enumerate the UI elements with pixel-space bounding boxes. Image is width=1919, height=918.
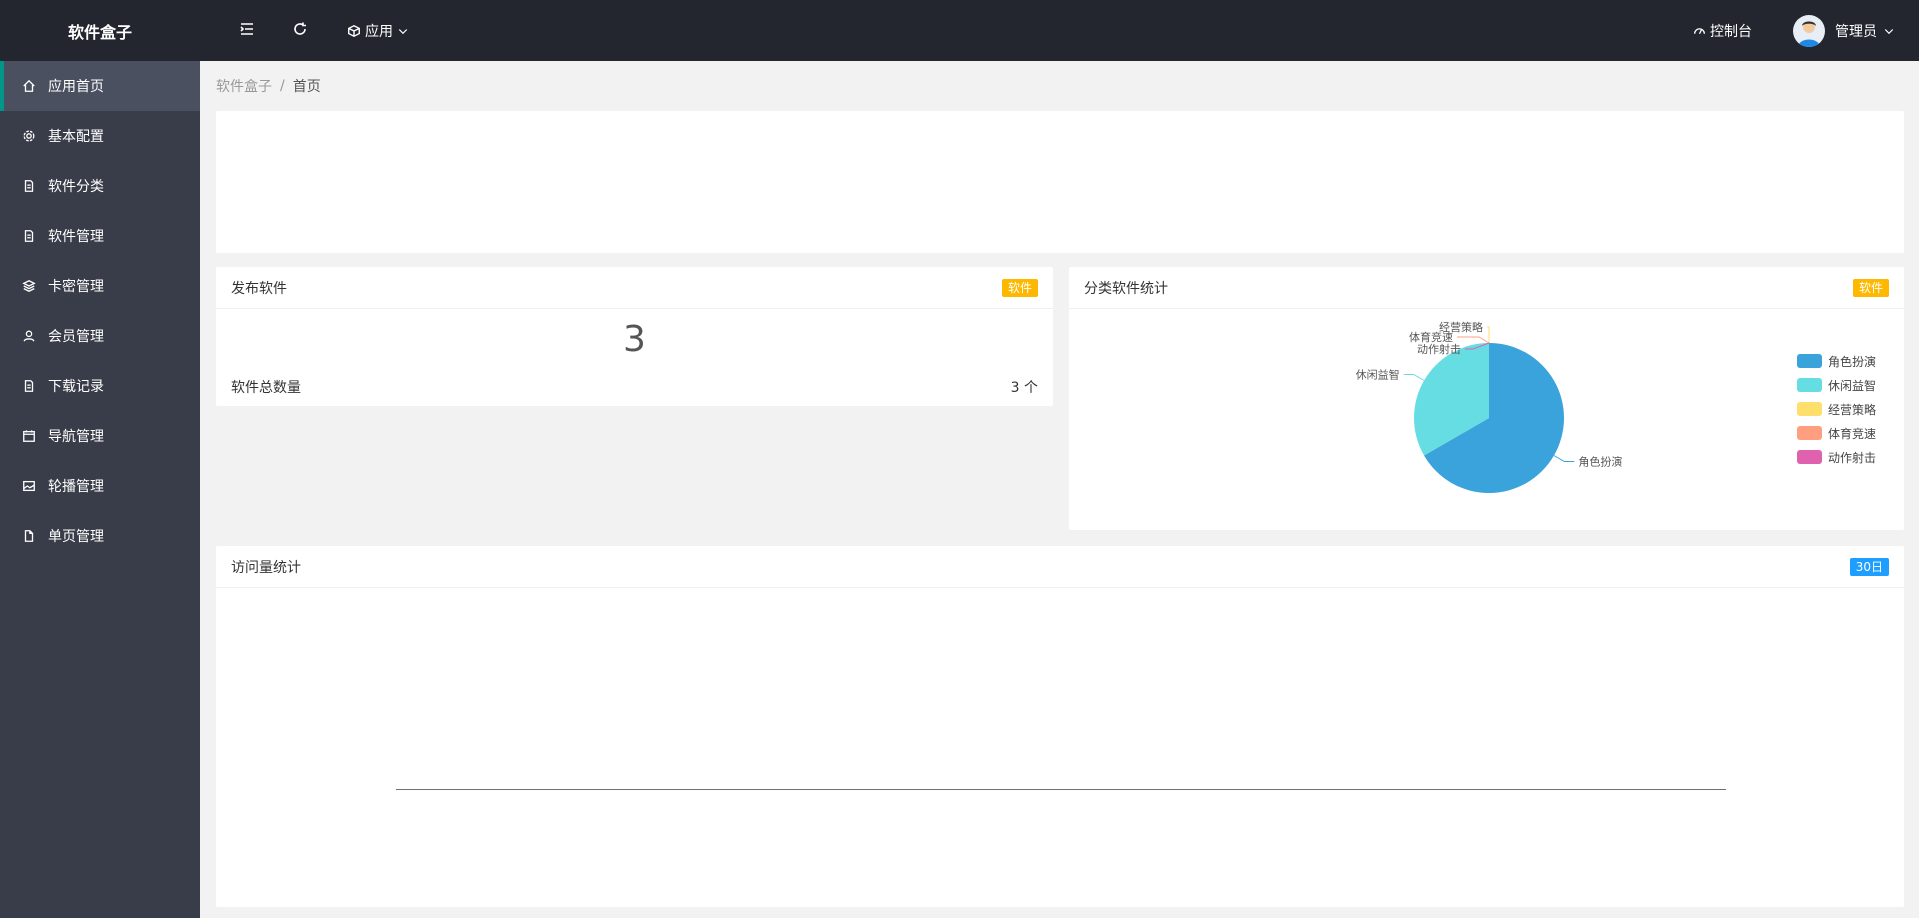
legend-label: 经营策略 (1827, 402, 1876, 417)
breadcrumb-separator: / (280, 78, 285, 94)
breadcrumb-root[interactable]: 软件盒子 (216, 76, 272, 96)
sidebar-item-download-records[interactable]: 下载记录 (0, 361, 200, 411)
legend-label: 休闲益智 (1827, 378, 1876, 393)
visits-stats-card: 访问量统计 30日 (216, 546, 1904, 907)
image-icon (20, 477, 38, 495)
user-name: 管理员 (1835, 23, 1877, 40)
card-header: 发布软件 软件 (216, 267, 1053, 309)
sidebar-item-label: 下载记录 (48, 379, 104, 395)
period-badge: 30日 (1849, 557, 1889, 576)
dashboard-icon (1693, 24, 1706, 37)
legend-item[interactable]: 休闲益智 (1796, 373, 1876, 397)
chevron-down-icon (397, 25, 409, 37)
legend-item[interactable]: 角色扮演 (1796, 349, 1876, 373)
pie-slice-label: 休闲益智 (1356, 368, 1400, 382)
stat-value: 3 个 (1010, 380, 1038, 396)
legend-swatch (1796, 378, 1822, 392)
legend-item[interactable]: 经营策略 (1796, 397, 1876, 421)
pie-label-leader (1457, 336, 1490, 344)
menu-toggle-button[interactable] (239, 0, 255, 61)
app-menu-dropdown[interactable]: 应用 (347, 0, 409, 61)
pie-chart: 角色扮演休闲益智经营策略体育竞速动作射击 (1356, 320, 1622, 493)
console-label: 控制台 (1710, 23, 1752, 40)
card-header: 分类软件统计 软件 (1069, 267, 1904, 309)
legend-label: 角色扮演 (1827, 354, 1876, 369)
legend-label: 体育竞速 (1827, 426, 1876, 441)
legend-item[interactable]: 体育竞速 (1796, 421, 1876, 445)
breadcrumb: 软件盒子 / 首页 (216, 61, 321, 111)
console-link[interactable]: 控制台 (1693, 0, 1752, 61)
pie-slice-label: 动作射击 (1417, 342, 1461, 356)
document-icon (20, 177, 38, 195)
user-menu-dropdown[interactable]: 管理员 (1793, 0, 1895, 61)
document-icon (20, 377, 38, 395)
sidebar-item-carousel-manage[interactable]: 轮播管理 (0, 461, 200, 511)
category-stats-card: 分类软件统计 软件 角色扮演 休闲益智 经营策略 体育竞速 动作射击 角色扮演 休闲益智经… (1069, 267, 1904, 530)
software-badge: 软件 (1852, 278, 1889, 297)
breadcrumb-current: 首页 (292, 79, 321, 95)
gear-icon (20, 127, 38, 145)
banner-card (216, 111, 1904, 253)
home-icon (20, 77, 38, 95)
sidebar-item-card-manage[interactable]: 卡密管理 (0, 261, 200, 311)
menu-fold-icon (239, 21, 255, 41)
sidebar-item-label: 基本配置 (48, 129, 104, 145)
sidebar-item-member-manage[interactable]: 会员管理 (0, 311, 200, 361)
publish-software-card: 发布软件 软件 3 软件总数量 3 个 (216, 267, 1053, 406)
pie-label-leader (1403, 374, 1425, 381)
sidebar-item-label: 单页管理 (48, 529, 104, 545)
software-badge: 软件 (1001, 278, 1038, 297)
sidebar-item-label: 导航管理 (48, 429, 104, 445)
sidebar-item-label: 软件管理 (48, 229, 104, 245)
card-title: 分类软件统计 (1084, 280, 1168, 297)
card-title: 发布软件 (231, 280, 287, 297)
pie-slice-label: 角色扮演 (1578, 455, 1622, 469)
legend-swatch (1796, 402, 1822, 416)
legend-item[interactable]: 动作射击 (1796, 445, 1876, 469)
sidebar-item-label: 会员管理 (48, 329, 104, 345)
chevron-down-icon (1883, 25, 1895, 37)
sidebar-item-nav-manage[interactable]: 导航管理 (0, 411, 200, 461)
legend-swatch (1796, 354, 1822, 368)
user-icon (20, 327, 38, 345)
sidebar-item-page-manage[interactable]: 单页管理 (0, 511, 200, 561)
sidebar-item-label: 轮播管理 (48, 479, 104, 495)
sidebar-item-app-home[interactable]: 应用首页 (0, 61, 200, 111)
software-count: 3 (623, 319, 646, 360)
chart-legend: 角色扮演休闲益智经营策略体育竞速动作射击 (1796, 349, 1876, 469)
avatar (1793, 14, 1825, 47)
stat-label: 软件总数量 (231, 380, 301, 396)
app-menu-label: 应用 (365, 23, 393, 40)
visits-chart-axis (396, 789, 1726, 790)
pie-label-leader (1487, 326, 1490, 343)
calendar-icon (20, 427, 38, 445)
sidebar-item-basic-config[interactable]: 基本配置 (0, 111, 200, 161)
sidebar-item-label: 软件分类 (48, 179, 104, 195)
card-header: 访问量统计 30日 (216, 546, 1904, 588)
sidebar-item-software-category[interactable]: 软件分类 (0, 161, 200, 211)
legend-swatch (1796, 426, 1822, 440)
pie-slice-label: 体育竞速 (1409, 330, 1453, 344)
app-logo[interactable]: 软件盒子 (0, 0, 200, 61)
legend-label: 动作射击 (1827, 450, 1876, 465)
file-icon (20, 527, 38, 545)
refresh-icon (292, 21, 308, 41)
layers-icon (20, 277, 38, 295)
refresh-button[interactable] (292, 0, 308, 61)
pie-label-leader (1553, 455, 1575, 462)
card-title: 访问量统计 (231, 559, 301, 576)
top-header: 应用 控制台 管理员 (200, 0, 1919, 61)
sidebar-menu: 应用首页 基本配置 软件分类 软件管理 卡密管理 会员管理 下载记录 导航管理 (0, 61, 200, 561)
sidebar: 软件盒子 应用首页 基本配置 软件分类 软件管理 卡密管理 会员管理 下载记录 (0, 0, 200, 918)
cube-icon (347, 24, 361, 38)
stat-row: 软件总数量 3 个 (216, 377, 1053, 397)
sidebar-item-label: 卡密管理 (48, 279, 104, 295)
main-content: 软件盒子 / 首页 发布软件 软件 3 软件总数量 3 个 分类软件统计 软件 … (200, 61, 1919, 918)
sidebar-item-software-manage[interactable]: 软件管理 (0, 211, 200, 261)
document-icon (20, 227, 38, 245)
sidebar-item-label: 应用首页 (48, 79, 104, 95)
legend-swatch (1796, 450, 1822, 464)
